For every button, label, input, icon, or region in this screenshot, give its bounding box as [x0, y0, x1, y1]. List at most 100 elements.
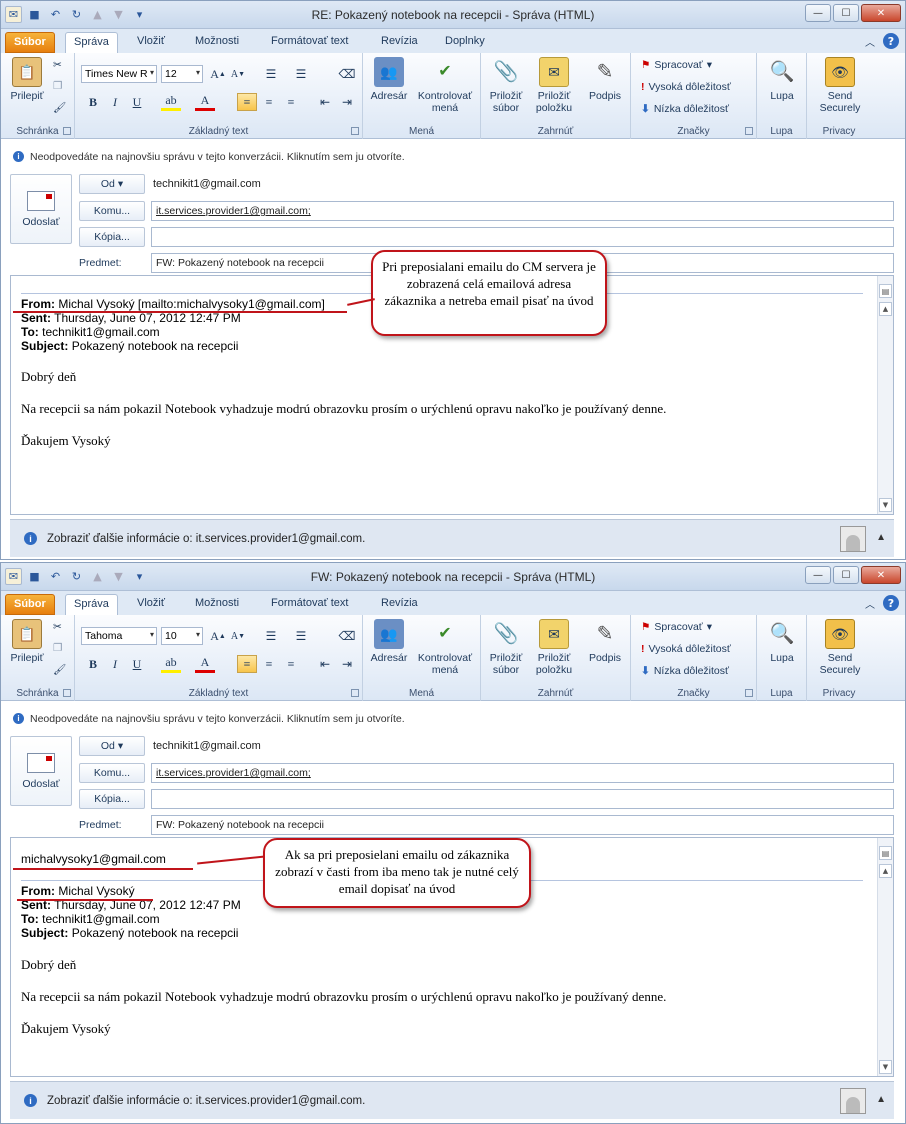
tab-file[interactable]: Súbor [5, 32, 55, 53]
send-securely-button[interactable]: 👁 Send Securely [811, 619, 869, 676]
cc-button[interactable]: Kópia... [79, 227, 145, 247]
font-name-select[interactable]: Times New R ▾ [81, 65, 157, 83]
ruler-icon[interactable]: ▤ [879, 846, 892, 860]
close-button[interactable]: ✕ [861, 4, 901, 22]
format-painter-icon[interactable]: 🖌 [53, 663, 66, 676]
scroll-up-icon[interactable]: ▲ [879, 864, 892, 878]
avatar[interactable] [840, 526, 866, 552]
paste-button[interactable]: 📋 Prilepiť [7, 619, 47, 664]
low-importance-button[interactable]: ⬇ Nízka dôležitosť [641, 103, 729, 115]
underline-icon[interactable]: U [127, 655, 147, 673]
help-icon[interactable]: ? [883, 33, 899, 49]
follow-up-button[interactable]: ⚑ Spracovať ▾ [641, 59, 712, 71]
basic-text-launcher-icon[interactable] [351, 127, 359, 135]
maximize-button[interactable]: ☐ [833, 566, 859, 584]
tab-format-text[interactable]: Formátovať text [263, 32, 356, 53]
collapse-ribbon-icon[interactable]: ︿ [865, 34, 875, 49]
address-book-button[interactable]: 👥 Adresár [367, 57, 411, 102]
shrink-font-icon[interactable]: A ▼ [228, 627, 248, 645]
tab-options[interactable]: Možnosti [187, 594, 247, 615]
attach-file-button[interactable]: 📎 Priložiť súbor [485, 619, 527, 676]
copy-icon[interactable]: ❐ [53, 80, 62, 92]
copy-icon[interactable]: ❐ [53, 642, 62, 654]
align-right-icon[interactable]: ≡ [281, 93, 301, 111]
cc-button[interactable]: Kópia... [79, 789, 145, 809]
clear-format-icon[interactable]: ⌫ [337, 627, 357, 645]
to-button[interactable]: Komu... [79, 201, 145, 221]
expand-chevron-icon[interactable]: ▲ [876, 1094, 886, 1105]
bullets-icon[interactable]: ☰ [261, 627, 281, 645]
scroll-down-icon[interactable]: ▼ [879, 1060, 892, 1074]
minimize-button[interactable]: — [805, 566, 831, 584]
people-pane[interactable]: i Zobraziť ďalšie informácie o: it.servi… [10, 519, 894, 557]
high-importance-button[interactable]: ! Vysoká dôležitosť [641, 643, 731, 655]
info-bar[interactable]: i Neodpovedáte na najnovšiu správu v tej… [1, 701, 905, 731]
zoom-button[interactable]: 🔍 Lupa [761, 57, 803, 102]
cc-field[interactable] [151, 227, 894, 247]
underline-icon[interactable]: U [127, 93, 147, 111]
shrink-font-icon[interactable]: A ▼ [228, 65, 248, 83]
subject-field[interactable]: FW: Pokazený notebook na recepcii [151, 815, 894, 835]
decrease-indent-icon[interactable]: ⇤ [315, 93, 335, 111]
grow-font-icon[interactable]: A ▲ [208, 627, 228, 645]
tags-launcher-icon[interactable] [745, 127, 753, 135]
tab-file[interactable]: Súbor [5, 594, 55, 615]
align-left-icon[interactable]: ≡ [237, 655, 257, 673]
tags-launcher-icon[interactable] [745, 689, 753, 697]
low-importance-button[interactable]: ⬇ Nízka dôležitosť [641, 665, 729, 677]
scroll-up-icon[interactable]: ▲ [879, 302, 892, 316]
check-names-button[interactable]: ✔ Kontrolovať mená [413, 619, 477, 677]
maximize-button[interactable]: ☐ [833, 4, 859, 22]
tab-review[interactable]: Revízia [373, 32, 426, 53]
from-button[interactable]: Od ▾ [79, 174, 145, 194]
minimize-button[interactable]: — [805, 4, 831, 22]
tab-format-text[interactable]: Formátovať text [263, 594, 356, 615]
follow-up-button[interactable]: ⚑ Spracovať ▾ [641, 621, 712, 633]
increase-indent-icon[interactable]: ⇥ [337, 93, 357, 111]
collapse-ribbon-icon[interactable]: ︿ [865, 596, 875, 611]
align-right-icon[interactable]: ≡ [281, 655, 301, 673]
clipboard-launcher-icon[interactable] [63, 127, 71, 135]
scrollbar[interactable]: ▤ ▲ ▼ [877, 838, 893, 1076]
send-button[interactable]: Odoslať [10, 174, 72, 244]
attach-item-button[interactable]: ✉ Priložiť položku [529, 619, 579, 676]
cut-icon[interactable]: ✂ [53, 59, 62, 71]
font-size-select[interactable]: 10 ▾ [161, 627, 203, 645]
basic-text-launcher-icon[interactable] [351, 689, 359, 697]
align-left-icon[interactable]: ≡ [237, 93, 257, 111]
font-color-icon[interactable]: A [195, 93, 215, 111]
tab-insert[interactable]: Vložiť [129, 594, 173, 615]
bullets-icon[interactable]: ☰ [261, 65, 281, 83]
info-bar[interactable]: i Neodpovedáte na najnovšiu správu v tej… [1, 139, 905, 169]
to-field[interactable]: it.services.provider1@gmail.com; [151, 201, 894, 221]
tab-review[interactable]: Revízia [373, 594, 426, 615]
cut-icon[interactable]: ✂ [53, 621, 62, 633]
italic-icon[interactable]: I [105, 655, 125, 673]
align-center-icon[interactable]: ≡ [259, 93, 279, 111]
send-button[interactable]: Odoslať [10, 736, 72, 806]
signature-button[interactable]: ✎ Podpis [583, 57, 627, 102]
help-icon[interactable]: ? [883, 595, 899, 611]
address-book-button[interactable]: 👥 Adresár [367, 619, 411, 664]
tab-options[interactable]: Možnosti [187, 32, 247, 53]
scroll-down-icon[interactable]: ▼ [879, 498, 892, 512]
grow-font-icon[interactable]: A ▲ [208, 65, 228, 83]
decrease-indent-icon[interactable]: ⇤ [315, 655, 335, 673]
clear-format-icon[interactable]: ⌫ [337, 65, 357, 83]
cc-field[interactable] [151, 789, 894, 809]
font-name-select[interactable]: Tahoma ▾ [81, 627, 157, 645]
font-size-select[interactable]: 12 ▾ [161, 65, 203, 83]
tab-message[interactable]: Správa [65, 32, 118, 53]
clipboard-launcher-icon[interactable] [63, 689, 71, 697]
numbering-icon[interactable]: ☰ [291, 65, 311, 83]
close-button[interactable]: ✕ [861, 566, 901, 584]
attach-file-button[interactable]: 📎 Priložiť súbor [485, 57, 527, 114]
avatar[interactable] [840, 1088, 866, 1114]
from-button[interactable]: Od ▾ [79, 736, 145, 756]
font-color-icon[interactable]: A [195, 655, 215, 673]
tab-addins[interactable]: Doplnky [437, 32, 493, 53]
italic-icon[interactable]: I [105, 93, 125, 111]
zoom-button[interactable]: 🔍 Lupa [761, 619, 803, 664]
tab-insert[interactable]: Vložiť [129, 32, 173, 53]
paste-button[interactable]: 📋 Prilepiť [7, 57, 47, 102]
